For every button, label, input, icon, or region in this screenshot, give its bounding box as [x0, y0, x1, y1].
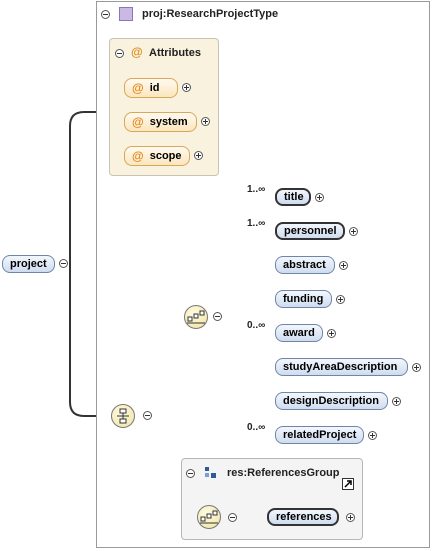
element-personnel[interactable]: personnel [275, 222, 345, 240]
cardinality-personnel: 1..∞ [247, 218, 266, 229]
cardinality-relatedproject: 0..∞ [247, 422, 266, 433]
sequence-glyph-icon [200, 510, 218, 524]
attribute-at-icon: @ [132, 81, 144, 95]
collapse-attributes-toggle[interactable] [115, 49, 124, 58]
element-label: references [276, 511, 332, 523]
expand-title[interactable] [315, 193, 324, 202]
element-label: funding [283, 293, 324, 305]
expand-relatedproject[interactable] [368, 431, 377, 440]
expand-references[interactable] [346, 513, 355, 522]
element-project[interactable]: project [2, 255, 55, 273]
expand-personnel[interactable] [349, 227, 358, 236]
element-label: relatedProject [283, 429, 357, 441]
collapse-project-toggle[interactable] [59, 259, 68, 268]
group-icon [205, 467, 216, 478]
collapse-refgroup-sequence[interactable] [228, 513, 237, 522]
choice-compositor-icon[interactable] [111, 404, 135, 428]
collapse-choice-toggle[interactable] [143, 411, 152, 420]
attribute-at-icon: @ [132, 149, 144, 163]
cardinality-award: 0..∞ [247, 320, 266, 331]
element-studyareadescription[interactable]: studyAreaDescription [275, 358, 408, 376]
collapse-sequence-toggle[interactable] [213, 312, 222, 321]
collapse-refgroup-toggle[interactable] [186, 469, 195, 478]
element-abstract[interactable]: abstract [275, 256, 335, 274]
expand-designdescription[interactable] [392, 397, 401, 406]
element-label: award [283, 327, 315, 339]
expand-attribute-id[interactable] [182, 83, 191, 92]
attribute-system[interactable]: @ system [124, 112, 197, 132]
expand-attribute-system[interactable] [201, 117, 210, 126]
collapse-type-toggle[interactable] [101, 10, 110, 19]
element-designdescription[interactable]: designDescription [275, 392, 388, 410]
element-award[interactable]: award [275, 324, 323, 342]
element-label: title [284, 191, 304, 203]
compositor-glyph-icon [117, 408, 129, 424]
references-group-title: res:ReferencesGroup [227, 467, 340, 479]
element-title[interactable]: title [275, 188, 311, 206]
attribute-label: id [149, 82, 160, 94]
element-funding[interactable]: funding [275, 290, 332, 308]
expand-studyareadescription[interactable] [412, 363, 421, 372]
cardinality-title: 1..∞ [247, 184, 266, 195]
attribute-at-icon: @ [131, 45, 143, 59]
complex-type-icon [119, 7, 133, 21]
expand-abstract[interactable] [339, 261, 348, 270]
expand-attribute-scope[interactable] [194, 151, 203, 160]
attributes-title: Attributes [149, 47, 201, 59]
element-relatedproject[interactable]: relatedProject [275, 426, 364, 444]
external-link-icon[interactable] [342, 478, 354, 490]
attribute-scope[interactable]: @ scope [124, 146, 190, 166]
expand-award[interactable] [327, 329, 336, 338]
attribute-at-icon: @ [132, 115, 144, 129]
attribute-label: system [149, 116, 188, 128]
attribute-label: scope [149, 150, 182, 162]
sequence-compositor-icon[interactable] [184, 305, 208, 329]
sequence-glyph-icon [187, 310, 205, 324]
complex-type-title: proj:ResearchProjectType [142, 8, 279, 20]
refgroup-sequence-compositor-icon[interactable] [197, 505, 221, 529]
element-references[interactable]: references [267, 508, 339, 526]
element-label: abstract [283, 259, 326, 271]
element-label: personnel [284, 225, 337, 237]
element-label: studyAreaDescription [283, 361, 398, 373]
attribute-id[interactable]: @ id [124, 78, 178, 98]
expand-funding[interactable] [336, 295, 345, 304]
element-label: designDescription [283, 395, 379, 407]
element-label: project [10, 258, 47, 270]
